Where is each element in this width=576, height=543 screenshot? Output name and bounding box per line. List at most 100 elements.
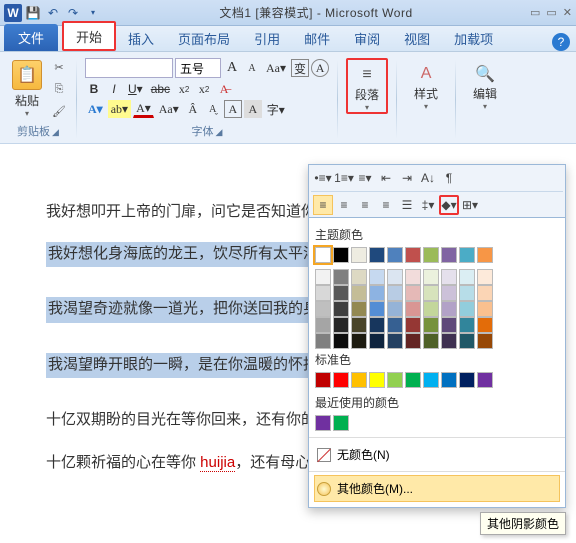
color-swatch[interactable] (477, 247, 493, 263)
color-swatch[interactable] (351, 247, 367, 263)
color-swatch[interactable] (441, 333, 457, 349)
color-swatch[interactable] (459, 333, 475, 349)
tab-layout[interactable]: 页面布局 (166, 25, 242, 51)
minimize-icon[interactable]: ▭ (546, 6, 556, 19)
color-swatch[interactable] (369, 269, 385, 285)
color-swatch[interactable] (405, 269, 421, 285)
highlight-button[interactable]: ab▾ (108, 100, 131, 118)
line-spacing-button[interactable]: ‡▾ (418, 195, 438, 215)
color-swatch[interactable] (333, 372, 349, 388)
justify-button[interactable]: ≡ (376, 195, 396, 215)
color-swatch[interactable] (315, 333, 331, 349)
color-swatch[interactable] (423, 285, 439, 301)
superscript-button[interactable]: x2 (195, 80, 213, 98)
color-swatch[interactable] (441, 372, 457, 388)
color-swatch[interactable] (333, 247, 349, 263)
color-swatch[interactable] (315, 285, 331, 301)
more-colors-item[interactable]: 其他颜色(M)... (315, 476, 559, 501)
grow-font2-button[interactable]: Â (184, 100, 202, 118)
color-swatch[interactable] (459, 317, 475, 333)
color-swatch[interactable] (405, 372, 421, 388)
color-swatch[interactable] (369, 333, 385, 349)
color-swatch[interactable] (387, 301, 403, 317)
font-color-button[interactable]: A▾ (133, 100, 154, 118)
paste-button[interactable]: 📋 粘贴 ▾ (8, 58, 46, 118)
redo-icon[interactable]: ↷ (64, 4, 82, 22)
numbering-button[interactable]: 1≡▾ (334, 168, 354, 188)
color-swatch[interactable] (333, 415, 349, 431)
close-icon[interactable]: ✕ (563, 6, 572, 19)
color-swatch[interactable] (405, 247, 421, 263)
color-swatch[interactable] (351, 269, 367, 285)
font-launcher-icon[interactable]: ◢ (216, 127, 223, 137)
color-swatch[interactable] (369, 285, 385, 301)
color-swatch[interactable] (387, 333, 403, 349)
doc-line-3[interactable]: 我渴望奇迹就像一道光，把你送回我的身旁 (46, 297, 335, 323)
phonetic-guide-button[interactable]: 变 (291, 59, 309, 77)
color-swatch[interactable] (477, 285, 493, 301)
color-swatch[interactable] (315, 372, 331, 388)
qat-dropdown-icon[interactable]: ▾ (84, 4, 102, 22)
copy-icon[interactable]: ⎘ (50, 80, 68, 98)
decrease-indent-button[interactable]: ⇤ (376, 168, 396, 188)
subscript-button[interactable]: x2 (175, 80, 193, 98)
cut-icon[interactable]: ✂ (50, 58, 68, 76)
color-swatch[interactable] (441, 301, 457, 317)
color-swatch[interactable] (477, 269, 493, 285)
asian-layout-button[interactable]: 字▾ (264, 100, 288, 118)
color-swatch[interactable] (369, 247, 385, 263)
color-swatch[interactable] (351, 301, 367, 317)
color-swatch[interactable] (333, 333, 349, 349)
color-swatch[interactable] (459, 372, 475, 388)
color-swatch[interactable] (423, 372, 439, 388)
color-swatch[interactable] (351, 285, 367, 301)
color-swatch[interactable] (423, 317, 439, 333)
tab-references[interactable]: 引用 (242, 25, 292, 51)
grow-font-button[interactable]: A (223, 59, 241, 77)
color-swatch[interactable] (405, 285, 421, 301)
shrink-font-button[interactable]: A (243, 59, 261, 77)
color-swatch[interactable] (315, 269, 331, 285)
align-left-button[interactable]: ≡ (313, 195, 333, 215)
color-swatch[interactable] (441, 317, 457, 333)
color-swatch[interactable] (351, 333, 367, 349)
color-swatch[interactable] (405, 301, 421, 317)
color-swatch[interactable] (459, 269, 475, 285)
paragraph-button[interactable]: ≡ 段落 ▾ (346, 58, 388, 114)
color-swatch[interactable] (387, 372, 403, 388)
color-swatch[interactable] (315, 415, 331, 431)
color-swatch[interactable] (333, 301, 349, 317)
align-center-button[interactable]: ≡ (334, 195, 354, 215)
sort-button[interactable]: A↓ (418, 168, 438, 188)
color-swatch[interactable] (405, 317, 421, 333)
font-name-combo[interactable] (85, 58, 173, 78)
borders-button[interactable]: ⊞▾ (460, 195, 480, 215)
shading-color-button[interactable]: ◆▾ (439, 195, 459, 215)
color-swatch[interactable] (459, 301, 475, 317)
color-swatch[interactable] (387, 247, 403, 263)
color-swatch[interactable] (333, 317, 349, 333)
color-swatch[interactable] (369, 372, 385, 388)
color-swatch[interactable] (333, 285, 349, 301)
bullets-button[interactable]: •≡▾ (313, 168, 333, 188)
char-border-button[interactable]: A (224, 100, 242, 118)
styles-button[interactable]: A 样式 ▾ (405, 58, 447, 112)
enclose-char-button[interactable]: A (311, 59, 329, 77)
color-swatch[interactable] (369, 317, 385, 333)
tab-file[interactable]: 文件 (4, 24, 58, 51)
tab-review[interactable]: 审阅 (342, 25, 392, 51)
no-color-item[interactable]: 无颜色(N) (315, 442, 559, 467)
char-shading-button[interactable]: Aa▾ (156, 100, 182, 118)
shrink-font2-button[interactable]: A̬ (204, 100, 222, 118)
strikethrough-button[interactable]: abc (148, 80, 173, 98)
bold-button[interactable]: B (85, 80, 103, 98)
color-swatch[interactable] (459, 247, 475, 263)
format-painter-icon[interactable]: 🖌 (50, 102, 68, 120)
align-right-button[interactable]: ≡ (355, 195, 375, 215)
save-icon[interactable]: 💾 (24, 4, 42, 22)
color-swatch[interactable] (333, 269, 349, 285)
tab-addins[interactable]: 加载项 (442, 25, 505, 51)
color-swatch[interactable] (477, 333, 493, 349)
minimize-ribbon-icon[interactable]: ▭ (530, 6, 540, 19)
show-marks-button[interactable]: ¶ (439, 168, 459, 188)
